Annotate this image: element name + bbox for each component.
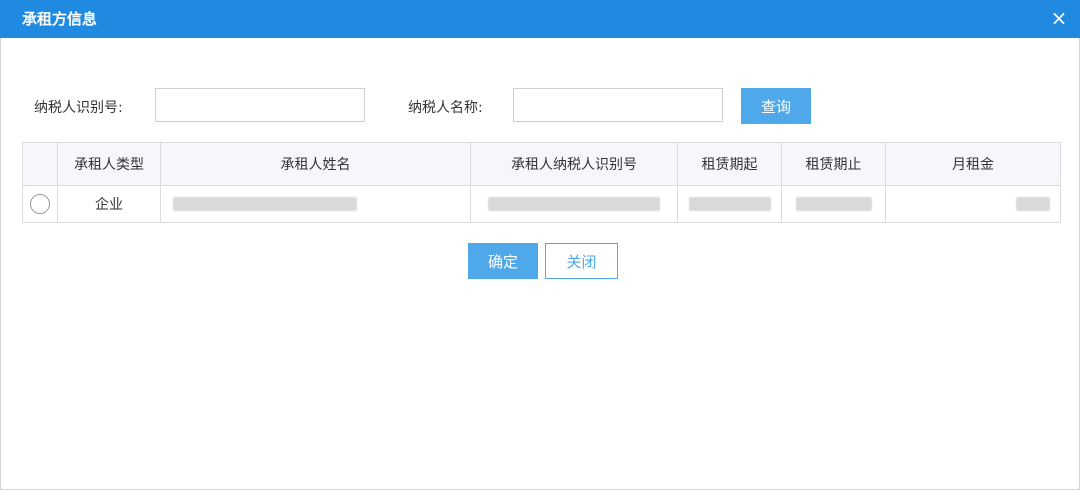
lessee-type-cell: 企业 xyxy=(57,185,161,223)
taxpayer-id-label: 纳税人识别号: xyxy=(34,100,123,116)
close-button[interactable]: 关闭 xyxy=(545,243,618,279)
lessee-name-cell xyxy=(160,185,471,223)
column-header-monthly-rent: 月租金 xyxy=(885,142,1061,186)
dialog-title: 承租方信息 xyxy=(22,10,98,28)
table-header-row: 承租人类型 承租人姓名 承租人纳税人识别号 租赁期起 租赁期止 月租金 xyxy=(22,142,1061,186)
column-header-lease-start: 租赁期起 xyxy=(677,142,782,186)
column-header-lessee-taxpayer-id: 承租人纳税人识别号 xyxy=(470,142,678,186)
dialog-titlebar: 承租方信息 × xyxy=(0,0,1080,38)
column-header-select xyxy=(22,142,58,186)
redacted-lessee-name xyxy=(173,197,357,211)
query-button[interactable]: 查询 xyxy=(741,88,811,124)
taxpayer-name-input[interactable] xyxy=(513,88,723,122)
close-icon[interactable]: × xyxy=(1048,7,1070,29)
table-row[interactable]: 企业 xyxy=(22,185,1061,223)
lease-end-cell xyxy=(781,185,886,223)
lease-start-cell xyxy=(677,185,782,223)
redacted-lease-start xyxy=(688,197,771,211)
redacted-monthly-rent xyxy=(1016,197,1050,211)
search-bar: 纳税人识别号: 纳税人名称: 查询 xyxy=(0,88,1080,124)
taxpayer-name-label: 纳税人名称: xyxy=(408,100,483,116)
lessee-table: 承租人类型 承租人姓名 承租人纳税人识别号 租赁期起 租赁期止 月租金 企业 xyxy=(22,142,1061,223)
monthly-rent-cell xyxy=(885,185,1061,223)
lessee-taxpayer-id-cell xyxy=(470,185,678,223)
redacted-lease-end xyxy=(795,197,872,211)
column-header-lease-end: 租赁期止 xyxy=(781,142,886,186)
confirm-button[interactable]: 确定 xyxy=(468,243,538,279)
row-select-cell[interactable] xyxy=(22,185,58,223)
column-header-lessee-type: 承租人类型 xyxy=(57,142,161,186)
redacted-taxpayer-id xyxy=(488,197,660,211)
row-radio[interactable] xyxy=(30,194,50,214)
taxpayer-id-input[interactable] xyxy=(155,88,365,122)
column-header-lessee-name: 承租人姓名 xyxy=(160,142,471,186)
